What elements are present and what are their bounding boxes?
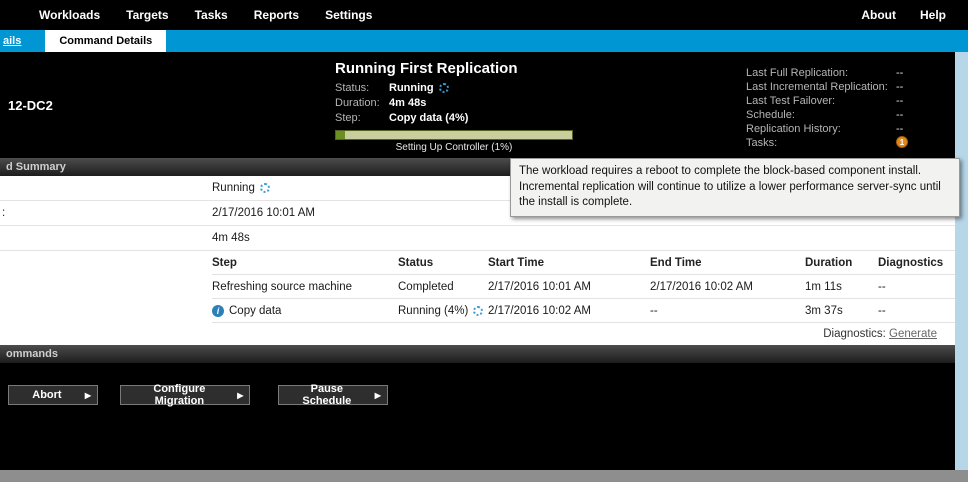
step-row: Step:Copy data (4%)	[335, 111, 595, 126]
table-row: Refreshing source machine Completed 2/17…	[212, 275, 955, 299]
button-arrow-icon: ▶	[237, 391, 249, 400]
cell-diagnostics: --	[878, 275, 955, 299]
diagnostics-line: Diagnostics: Generate	[0, 323, 955, 345]
button-label: Pause Schedule	[279, 383, 375, 407]
col-header-status: Status	[398, 251, 488, 275]
stat-row-last-incremental: Last Incremental Replication:--	[746, 80, 908, 94]
progress-caption: Setting Up Controller (1%)	[335, 142, 573, 153]
generate-link[interactable]: Generate	[889, 328, 937, 340]
stat-label: Last Full Replication:	[746, 66, 896, 80]
cell-step: i Copy data	[212, 299, 398, 323]
cell-status: Running (4%)	[398, 299, 488, 323]
button-label: Configure Migration	[121, 383, 237, 407]
cell-diagnostics: --	[878, 299, 955, 323]
col-header-duration: Duration	[805, 251, 878, 275]
stat-value: --	[896, 80, 903, 94]
spinner-icon	[439, 83, 449, 93]
stat-row-tasks: Tasks:1	[746, 136, 908, 150]
cell-step: Refreshing source machine	[212, 275, 398, 299]
top-nav: Workloads Targets Tasks Reports Settings…	[0, 0, 968, 30]
stat-value: --	[896, 108, 903, 122]
duration-row: Duration:4m 48s	[335, 96, 595, 111]
progress-bar	[335, 130, 573, 140]
progress-fill	[336, 131, 345, 139]
tooltip: The workload requires a reboot to comple…	[510, 158, 960, 217]
configure-migration-button[interactable]: Configure Migration ▶	[120, 385, 250, 405]
col-header-start-time: Start Time	[488, 251, 650, 275]
button-label: Abort	[9, 389, 85, 401]
nav-item-settings[interactable]: Settings	[312, 8, 385, 22]
nav-item-tasks[interactable]: Tasks	[182, 8, 241, 22]
info-icon[interactable]: i	[212, 305, 224, 317]
commands-header: ommands	[0, 345, 955, 363]
table-row: i Copy data Running (4%) 2/17/2016 10:02 …	[212, 299, 955, 323]
commands-area: Abort ▶ Configure Migration ▶ Pause Sche…	[0, 363, 955, 470]
tab-details-partial[interactable]: ails	[0, 35, 21, 47]
step-value: Copy data (4%)	[389, 112, 468, 124]
nav-item-targets[interactable]: Targets	[113, 8, 181, 22]
cell-end: 2/17/2016 10:02 AM	[650, 275, 805, 299]
replication-stats: Last Full Replication:-- Last Incrementa…	[746, 66, 908, 150]
page: Workloads Targets Tasks Reports Settings…	[0, 0, 968, 482]
cell-duration: 3m 37s	[805, 299, 878, 323]
tab-command-details[interactable]: Command Details	[45, 30, 166, 52]
nav-item-about[interactable]: About	[849, 8, 908, 22]
abort-button[interactable]: Abort ▶	[8, 385, 98, 405]
stat-label: Replication History:	[746, 122, 896, 136]
replication-header: 12-DC2 Running First Replication Status:…	[0, 52, 955, 158]
summary-start-value: 2/17/2016 10:01 AM	[212, 207, 315, 219]
cut-label-fragment: :	[2, 201, 5, 226]
stat-label: Schedule:	[746, 108, 896, 122]
cell-step-text: Copy data	[229, 305, 281, 317]
replication-title: Running First Replication	[335, 60, 595, 77]
spinner-icon	[260, 183, 270, 193]
stat-label: Last Test Failover:	[746, 94, 896, 108]
summary-status-value: Running	[212, 182, 255, 194]
nav-item-workloads[interactable]: Workloads	[26, 8, 113, 22]
col-header-step: Step	[212, 251, 398, 275]
right-edge-strip	[955, 52, 968, 470]
summary-duration-row: 4m 48s	[0, 226, 955, 251]
tab-bar: ails Command Details	[0, 30, 968, 52]
stat-row-replication-history: Replication History:--	[746, 122, 908, 136]
col-header-end-time: End Time	[650, 251, 805, 275]
status-row: Status:Running	[335, 81, 595, 96]
spinner-icon	[473, 306, 483, 316]
table-header-row: Step Status Start Time End Time Duration…	[212, 251, 955, 275]
stat-value: --	[896, 66, 903, 80]
stat-row-last-test-failover: Last Test Failover:--	[746, 94, 908, 108]
duration-label: Duration:	[335, 96, 389, 111]
stat-row-schedule: Schedule:--	[746, 108, 908, 122]
cell-start: 2/17/2016 10:02 AM	[488, 299, 650, 323]
workload-name: 12-DC2	[8, 98, 53, 113]
bottom-edge-strip	[0, 470, 968, 482]
duration-value: 4m 48s	[389, 97, 426, 109]
main-column: 12-DC2 Running First Replication Status:…	[0, 52, 955, 470]
button-arrow-icon: ▶	[85, 391, 97, 400]
replication-status-panel: Running First Replication Status:Running…	[335, 60, 595, 153]
stat-label: Last Incremental Replication:	[746, 80, 896, 94]
nav-item-reports[interactable]: Reports	[241, 8, 312, 22]
pause-schedule-button[interactable]: Pause Schedule ▶	[278, 385, 388, 405]
cell-status: Completed	[398, 275, 488, 299]
col-header-diagnostics: Diagnostics	[878, 251, 955, 275]
cell-start: 2/17/2016 10:01 AM	[488, 275, 650, 299]
cell-status-text: Running (4%)	[398, 305, 468, 317]
step-label: Step:	[335, 111, 389, 126]
steps-table: Step Status Start Time End Time Duration…	[0, 251, 955, 323]
status-label: Status:	[335, 81, 389, 96]
stat-value: --	[896, 122, 903, 136]
tasks-badge[interactable]: 1	[896, 136, 908, 148]
stat-label: Tasks:	[746, 136, 896, 150]
cell-duration: 1m 11s	[805, 275, 878, 299]
stat-value: --	[896, 94, 903, 108]
button-arrow-icon: ▶	[375, 391, 387, 400]
diagnostics-label: Diagnostics:	[823, 328, 886, 340]
nav-item-help[interactable]: Help	[908, 8, 958, 22]
summary-duration-value: 4m 48s	[212, 232, 250, 244]
cell-end: --	[650, 299, 805, 323]
stat-row-last-full: Last Full Replication:--	[746, 66, 908, 80]
status-value: Running	[389, 82, 434, 94]
